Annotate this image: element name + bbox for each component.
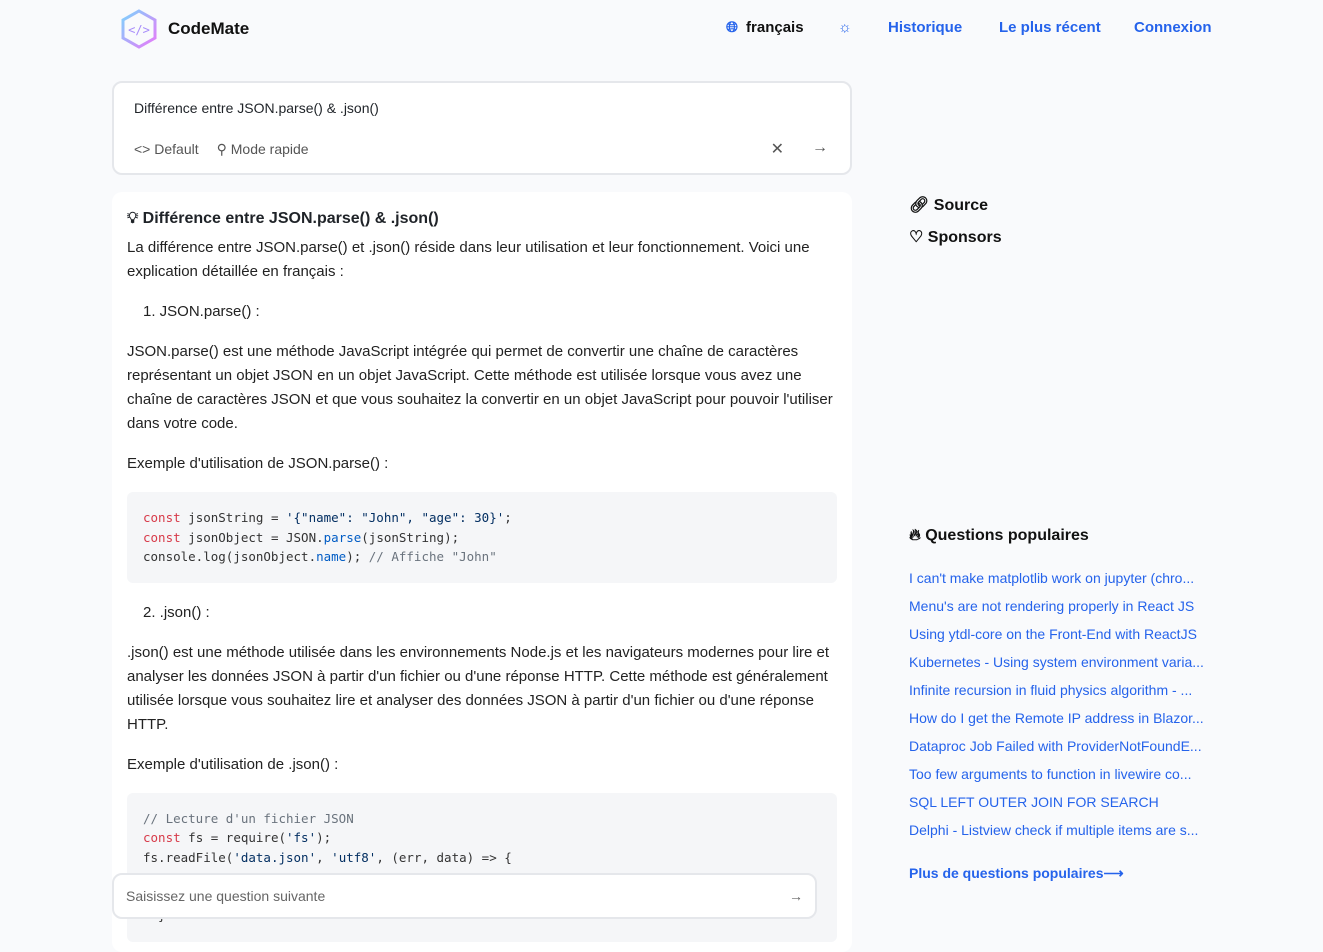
sliders-icon: ⚲ (216, 141, 231, 157)
nav-history[interactable]: Historique (888, 19, 962, 36)
example-label: Exemple d'utilisation de .json() : (127, 755, 339, 773)
lightbulb-icon: 💡︎ (127, 210, 139, 227)
sponsors-link[interactable]: ♡ Sponsors (909, 227, 1002, 247)
brand-name: CodeMate (168, 19, 250, 38)
code-icon: <> (134, 141, 155, 157)
logo[interactable]: </> CodeMate (120, 9, 249, 49)
list-item: 2. .json() : (143, 603, 210, 621)
speed-label: Mode rapide (230, 141, 309, 157)
popular-questions-list: I can't make matplotlib work on jupyter … (909, 568, 1224, 848)
mode-label: Default (154, 141, 199, 157)
popular-question[interactable]: Dataproc Job Failed with ProviderNotFoun… (909, 736, 1224, 764)
popular-question[interactable]: Delphi - Listview check if multiple item… (909, 820, 1224, 848)
code-block: const jsonString = '{"name": "John", "ag… (127, 492, 837, 583)
clear-icon[interactable]: ✕ (771, 139, 784, 159)
header: </> CodeMate 🌐︎ français ☼ Historique Le … (0, 0, 1323, 56)
intro: La différence entre JSON.parse() et .jso… (127, 239, 810, 280)
more-questions-link[interactable]: Plus de questions populaires⟶ (909, 865, 1124, 882)
query-box: Différence entre JSON.parse() & .json() … (112, 81, 852, 175)
list-item: 1. JSON.parse() : (143, 303, 260, 320)
globe-icon: 🌐︎ (726, 19, 739, 36)
paragraph: .json() est une méthode utilisée dans le… (127, 643, 830, 733)
sponsors-label: Sponsors (927, 229, 1002, 246)
speed-selector[interactable]: ⚲ Mode rapide (217, 141, 309, 158)
answer-card: 💡︎ Différence entre JSON.parse() & .json… (112, 192, 852, 952)
language-label: français (746, 19, 804, 36)
source-link[interactable]: 🔗︎ Source (909, 195, 988, 215)
popular-question[interactable]: SQL LEFT OUTER JOIN FOR SEARCH (909, 792, 1224, 820)
follow-up-input[interactable]: Saisissez une question suivante → (112, 873, 817, 919)
codemate-logo-icon: </> (121, 9, 157, 49)
mode-selector[interactable]: <> Default (134, 141, 199, 158)
popular-question[interactable]: Kubernetes - Using system environment va… (909, 652, 1224, 680)
answer-title-text: Différence entre JSON.parse() & .json() (142, 210, 439, 227)
example-label: Exemple d'utilisation de JSON.parse() : (127, 455, 389, 472)
svg-text:</>: </> (128, 23, 150, 37)
theme-toggle-sun-icon[interactable]: ☼ (838, 19, 852, 36)
popular-title: 🔥︎ Questions populaires (909, 527, 1089, 545)
language-selector[interactable]: 🌐︎ français (726, 19, 804, 36)
paragraph: JSON.parse() est une méthode JavaScript … (127, 343, 833, 432)
link-icon: 🔗︎ (909, 197, 930, 214)
query-text[interactable]: Différence entre JSON.parse() & .json() (134, 100, 379, 116)
popular-question[interactable]: Using ytdl-core on the Front-End with Re… (909, 624, 1224, 652)
submit-arrow-icon[interactable]: → (812, 139, 828, 157)
nav-latest[interactable]: Le plus récent (999, 19, 1101, 36)
heart-icon: ♡ (909, 229, 924, 246)
send-arrow-icon[interactable]: → (789, 888, 803, 904)
popular-question[interactable]: Infinite recursion in fluid physics algo… (909, 680, 1224, 708)
popular-question[interactable]: I can't make matplotlib work on jupyter … (909, 568, 1224, 596)
answer-title: 💡︎ Différence entre JSON.parse() & .json… (127, 210, 837, 228)
source-label: Source (933, 197, 989, 214)
popular-question[interactable]: Too few arguments to function in livewir… (909, 764, 1224, 792)
popular-question[interactable]: How do I get the Remote IP address in Bl… (909, 708, 1224, 736)
code-block: // Lecture d'un fichier JSON const fs = … (127, 792, 837, 942)
popular-title-text: Questions populaires (925, 527, 1089, 544)
flame-icon: 🔥︎ (909, 527, 921, 544)
nav-login[interactable]: Connexion (1134, 19, 1212, 36)
popular-question[interactable]: Menu's are not rendering properly in Rea… (909, 596, 1224, 624)
follow-up-placeholder: Saisissez une question suivante (126, 888, 326, 904)
